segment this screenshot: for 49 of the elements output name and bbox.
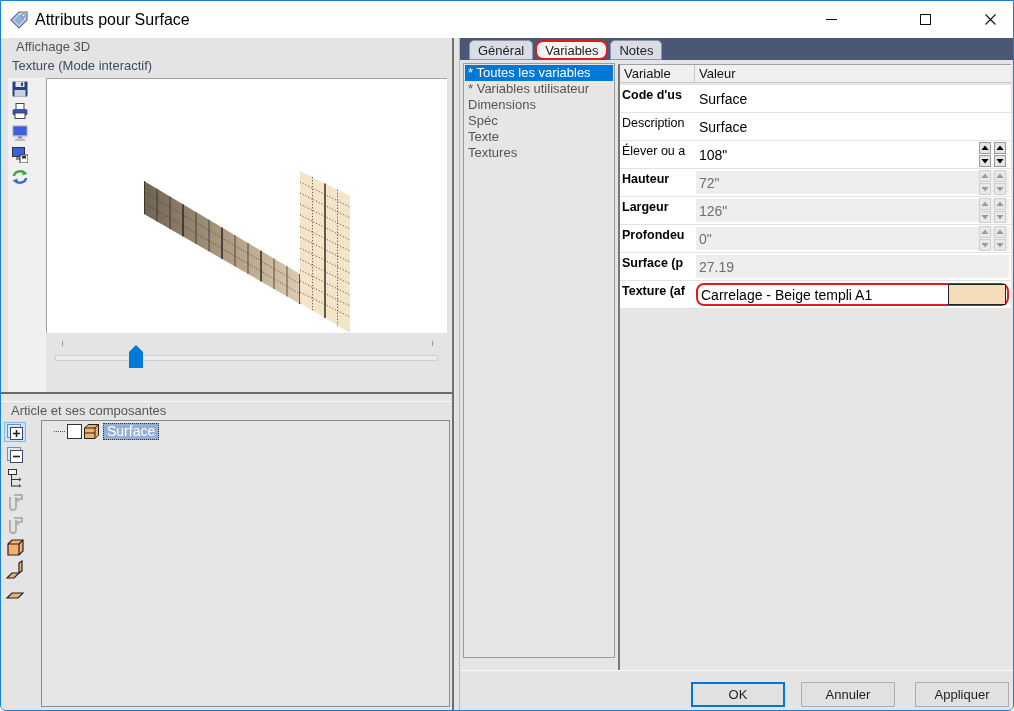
monitor-icon[interactable] <box>12 125 28 141</box>
variable-name: Surface (p <box>621 255 685 272</box>
variable-name: Largeur <box>621 199 670 216</box>
dialog-button[interactable]: OK <box>691 682 785 707</box>
group-title: Article et ses composantes <box>10 403 167 419</box>
minimize-icon[interactable] <box>825 19 837 20</box>
variable-name: Profondeu <box>621 227 686 244</box>
group-title: Affichage 3D <box>15 39 91 55</box>
variable-name: Élever ou a <box>621 142 687 160</box>
maximize-icon[interactable] <box>919 14 931 25</box>
monitor-save-icon[interactable] <box>12 147 28 163</box>
tab[interactable]: Général <box>469 40 534 60</box>
list-item[interactable]: Spéc <box>465 113 613 129</box>
dialog-button[interactable]: Annuler <box>801 682 895 707</box>
value-field[interactable]: Carrelage - Beige templi A1 <box>696 283 1009 306</box>
mode-label: Texture (Mode interactif) <box>11 57 153 75</box>
window-title: Attributs pour Surface <box>35 10 190 29</box>
list-item[interactable]: Textures <box>465 145 613 161</box>
refresh-icon[interactable] <box>12 169 28 185</box>
tab[interactable]: Variables <box>535 40 609 60</box>
print-icon[interactable] <box>12 103 28 119</box>
splitter[interactable] <box>452 38 460 710</box>
cube-icon[interactable] <box>4 537 26 557</box>
spin-down-button[interactable] <box>979 155 991 167</box>
corner-panel-icon[interactable] <box>4 560 26 580</box>
spin-up-button[interactable] <box>979 142 991 154</box>
tag-icon <box>10 10 28 29</box>
spin-up-button[interactable] <box>994 142 1006 154</box>
slider-thumb[interactable] <box>129 345 143 368</box>
variable-name: Texture (af <box>621 283 686 300</box>
spin-down-button[interactable] <box>994 155 1006 167</box>
column-header: Variable <box>623 65 672 82</box>
save-icon[interactable] <box>12 81 28 97</box>
minus-square-icon[interactable] <box>4 445 26 465</box>
list-item[interactable]: Texte <box>465 129 613 145</box>
list-item[interactable]: * Variables utilisateur <box>465 81 613 97</box>
cube-icon <box>84 424 99 439</box>
tab[interactable]: Notes <box>610 40 663 60</box>
variable-name: Description <box>621 115 686 132</box>
column-header: Valeur <box>694 65 1011 82</box>
checkbox[interactable] <box>67 424 82 439</box>
variable-name: Hauteur <box>621 171 671 188</box>
close-icon[interactable] <box>984 14 996 25</box>
list-item[interactable]: Dimensions <box>465 97 613 113</box>
variable-name: Code d'us <box>621 87 683 104</box>
splitter[interactable] <box>1 392 452 402</box>
dialog-button[interactable]: Appliquer <box>915 682 1009 707</box>
plus-square-icon[interactable] <box>4 422 26 442</box>
list-item[interactable]: * Toutes les variables <box>465 65 613 81</box>
